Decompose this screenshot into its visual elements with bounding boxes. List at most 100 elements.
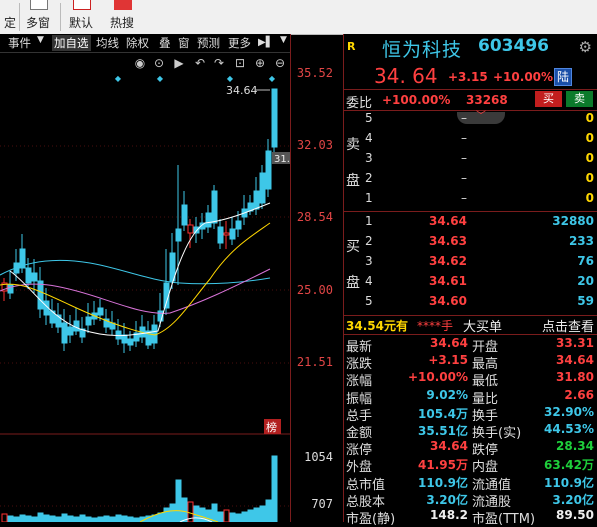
ask-price: – <box>461 131 467 145</box>
candle-body <box>271 88 278 148</box>
sell-button[interactable]: 卖 <box>566 91 593 107</box>
stat-row: 外盘 41.95万 内盘 63.42万 <box>344 456 597 476</box>
tab-more[interactable]: 更多 <box>228 35 251 51</box>
candle-body <box>67 326 74 336</box>
play-icon[interactable]: ▶ <box>174 56 184 70</box>
tab-window[interactable]: 窗 <box>178 35 190 51</box>
stat-label: 振幅 <box>346 391 373 407</box>
tab-moving-average[interactable]: 均线 <box>96 35 119 51</box>
kline-chart[interactable]: ◉ ⊙ ▶ ↶ ↷ ⊡ ⊕ ⊖ ◆ ◆ ◆ ◆ 34.64 31. 榜 <box>0 53 290 522</box>
stat-label: 金额 <box>346 426 373 441</box>
stat-value: 31.80 <box>556 370 594 385</box>
ask-level: 3 <box>365 151 373 165</box>
stat-label: 市盈(静) <box>346 512 396 527</box>
tab-events[interactable]: 事件 <box>8 35 31 51</box>
chevron-down-icon[interactable]: ▼ <box>37 35 44 45</box>
event-marker-icon[interactable]: ◆ <box>157 74 164 83</box>
bid-row[interactable]: 3 34.62 76 <box>344 254 597 274</box>
candle-body <box>115 330 122 340</box>
undo-icon[interactable]: ↶ <box>195 56 205 70</box>
stat-label: 开盘 <box>472 340 499 355</box>
toolbar-button-fixed[interactable]: 定 <box>0 0 20 34</box>
volume-bar <box>73 516 80 522</box>
toolbar-button-multi-window[interactable]: 多窗 <box>22 0 54 34</box>
volume-bar <box>217 511 224 522</box>
toolbar-label: 定 <box>3 16 16 30</box>
stat-row: 涨跌 +3.15 最高 34.64 <box>344 353 597 372</box>
ask-row[interactable]: 1 – 0 <box>344 191 597 211</box>
bid-price: 34.60 <box>429 294 467 308</box>
chart-tool-icons: ◉ ⊙ ▶ ↶ ↷ ⊡ ⊕ ⊖ <box>135 56 285 70</box>
chart-tab-bar: 事件 ▼ 加自选 均线 除权 叠 窗 预测 更多 ▶▌ ▼ <box>0 34 290 53</box>
gear-icon[interactable]: ⚙ <box>579 38 592 56</box>
stat-row: 涨幅 +10.00% 最低 31.80 <box>344 370 597 390</box>
volume-bar <box>67 515 74 522</box>
volume-bar <box>97 516 104 522</box>
stat-label: 内盘 <box>472 460 499 476</box>
ask-row[interactable]: 3 – 0 <box>344 151 597 171</box>
volume-bar <box>157 512 164 522</box>
event-marker-icon[interactable]: ◆ <box>227 74 234 83</box>
last-price: 34. 64 <box>374 64 438 88</box>
order-ratio-pct: +100.00% <box>382 93 451 107</box>
event-markers: ◆ ◆ ◆ ◆ <box>115 74 276 83</box>
tools-icon[interactable]: ⊡ <box>235 56 245 70</box>
event-marker-icon[interactable]: ◆ <box>115 74 122 83</box>
zoom-in-icon[interactable]: ⊕ <box>255 56 265 70</box>
candle-body <box>205 212 212 228</box>
stat-label: 量比 <box>472 391 499 407</box>
divider <box>344 211 597 212</box>
volume-bar <box>127 516 134 522</box>
zoom-icon[interactable]: ⊙ <box>154 56 164 70</box>
ask-volume: 0 <box>585 151 594 165</box>
toolbar-label: 默认 <box>68 16 93 30</box>
ask-row[interactable]: 5 – 0 <box>344 111 597 131</box>
eye-icon[interactable]: ◉ <box>135 56 145 70</box>
stat-value: 63.42万 <box>544 458 594 473</box>
bid-price: 34.61 <box>429 274 467 288</box>
bid-row[interactable]: 2 34.63 233 <box>344 234 597 254</box>
candle-body <box>97 307 104 316</box>
volume-bar <box>103 515 110 522</box>
toolbar-divider <box>60 3 61 31</box>
stat-row: 最新 34.64 开盘 33.31 <box>344 336 597 355</box>
right-price-tag: 31. <box>274 154 290 165</box>
candle-body <box>253 190 260 210</box>
stat-value: 34.64 <box>430 439 468 454</box>
stat-label: 外盘 <box>346 460 373 476</box>
candle-body <box>181 204 188 226</box>
expand-icon[interactable]: ▶▌ <box>258 35 273 51</box>
chevron-down-icon[interactable]: ▼ <box>280 35 287 45</box>
toolbar-button-default[interactable]: 默认 <box>64 0 98 34</box>
stat-value: +10.00% <box>407 370 468 385</box>
ask-row[interactable]: 2 – 0 <box>344 171 597 191</box>
stat-value: 41.95万 <box>418 458 468 473</box>
ask-level: 5 <box>365 111 373 125</box>
volume-bar <box>175 479 182 522</box>
stat-value: 35.51亿 <box>418 424 468 438</box>
bid-row[interactable]: 5 34.60 59 <box>344 294 597 314</box>
ask-row[interactable]: 4 – 0 <box>344 131 597 151</box>
volume-bar <box>37 512 44 522</box>
tab-ex-rights[interactable]: 除权 <box>126 35 149 51</box>
redo-icon[interactable]: ↷ <box>214 56 224 70</box>
price-axis: 35.52 32.03 28.54 25.00 21.51 1054 707 <box>290 34 343 522</box>
bid-row[interactable]: 1 34.64 32880 <box>344 214 597 234</box>
stat-label: 涨幅 <box>346 374 373 390</box>
tab-add-watchlist[interactable]: 加自选 <box>52 35 91 51</box>
toolbar-button-hot-search[interactable]: 热搜 <box>106 0 138 34</box>
stat-value: 89.50 <box>556 508 594 522</box>
event-marker-icon[interactable]: ◆ <box>269 74 276 83</box>
unit-price-text: 34.54元有 <box>346 319 408 333</box>
zoom-out-icon[interactable]: ⊖ <box>275 56 285 70</box>
buy-button[interactable]: 买 <box>535 91 562 107</box>
bid-row[interactable]: 4 34.61 20 <box>344 274 597 294</box>
hot-search-icon <box>114 0 132 10</box>
tab-forecast[interactable]: 预测 <box>197 35 220 51</box>
stat-value: 105.4万 <box>418 406 468 421</box>
bid-level: 5 <box>365 294 373 308</box>
tab-overlay[interactable]: 叠 <box>159 35 171 51</box>
volume-bar <box>19 514 26 522</box>
view-details-link[interactable]: 点击查看 <box>542 316 594 335</box>
volume-bar <box>271 455 278 522</box>
